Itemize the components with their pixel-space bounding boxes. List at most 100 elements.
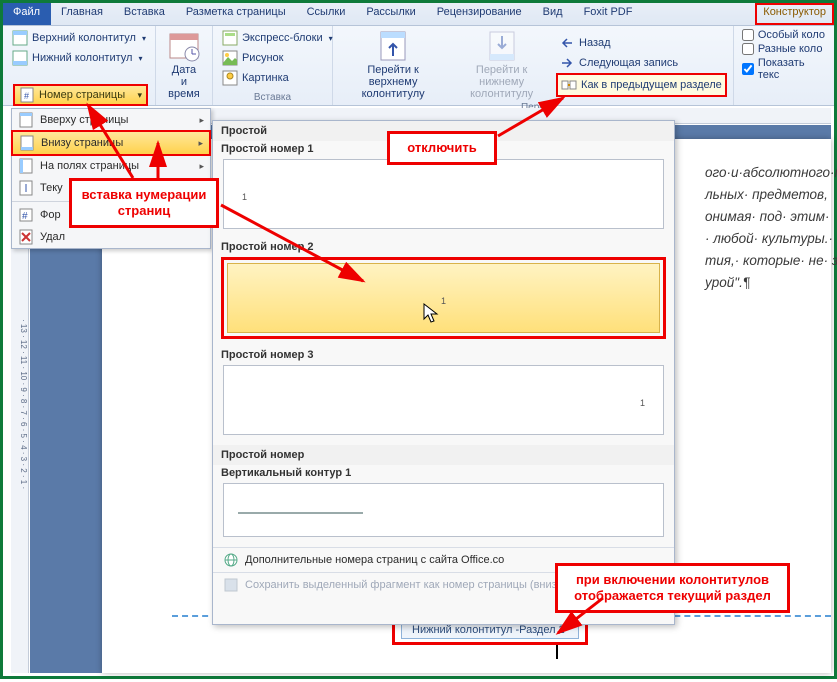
clipart-label: Картинка	[242, 72, 289, 84]
gallery-preview-4[interactable]	[223, 483, 664, 537]
picture-button[interactable]: Рисунок	[219, 48, 326, 68]
gallery-heading: Простой номер	[213, 445, 674, 465]
menu-top-of-page[interactable]: Вверху страницы▸	[12, 109, 210, 131]
gallery-preview-3[interactable]: 1	[223, 365, 664, 435]
goto-header-label: Перейти к верхнему колонтитулу	[345, 64, 441, 100]
quickparts-icon	[222, 30, 238, 46]
body-line: льных· предметов,	[705, 184, 837, 206]
preview-number: 1	[242, 192, 247, 202]
tab-insert[interactable]: Вставка	[114, 3, 176, 25]
next-icon	[559, 55, 575, 71]
globe-icon	[223, 552, 239, 568]
opt-showtext-label: Показать текс	[758, 57, 826, 81]
opt-diff-oddeven[interactable]: Разные коло	[740, 42, 828, 56]
gallery-preview-2[interactable]: 1	[227, 263, 660, 333]
nav-next-button[interactable]: Следующая запись	[556, 53, 727, 73]
preview-bar	[238, 512, 363, 514]
gallery-item-label: Вертикальный контур 1	[213, 465, 674, 481]
nav-back-label: Назад	[579, 37, 611, 49]
tab-review[interactable]: Рецензирование	[427, 3, 533, 25]
goto-header-button[interactable]: Перейти к верхнему колонтитулу	[339, 28, 447, 102]
datetime-button[interactable]: Дата и время	[162, 28, 206, 102]
preview-number: 1	[640, 398, 645, 408]
tab-mail[interactable]: Рассылки	[356, 3, 426, 25]
tab-refs[interactable]: Ссылки	[297, 3, 357, 25]
tab-layout[interactable]: Разметка страницы	[176, 3, 297, 25]
picture-label: Рисунок	[242, 52, 284, 64]
preview-number: 1	[441, 296, 446, 306]
nav-next-label: Следующая запись	[579, 57, 678, 69]
gallery-link-label: Дополнительные номера страниц с сайта Of…	[245, 554, 504, 566]
tab-foxit[interactable]: Foxit PDF	[574, 3, 644, 25]
chevron-right-icon: ▸	[198, 138, 203, 149]
goto-footer-icon	[486, 30, 518, 62]
page-top-icon	[18, 112, 34, 128]
goto-header-icon	[377, 30, 409, 62]
annotation-callout-1: вставка нумерации страниц	[69, 178, 219, 228]
menu-label: Вверху страницы	[40, 114, 128, 126]
tab-view[interactable]: Вид	[533, 3, 574, 25]
body-line: тия,· которые· не· зо	[705, 250, 837, 272]
checkbox-icon[interactable]	[742, 29, 754, 41]
insert-group-label: Вставка	[219, 92, 326, 103]
page-number-button[interactable]: # Номер страницы ▾	[13, 84, 148, 106]
opt-special-label: Особый коло	[758, 29, 825, 41]
svg-text:#: #	[22, 211, 28, 222]
menu-page-margins[interactable]: На полях страницы ▸	[12, 155, 210, 177]
pagenum-icon: #	[19, 87, 35, 103]
back-icon	[559, 35, 575, 51]
tab-file[interactable]: Файл	[3, 3, 51, 25]
format-icon: #	[18, 207, 34, 223]
body-line: ого·и·абсолютного·м	[705, 162, 837, 184]
header-button[interactable]: Верхний колонтитул▾	[9, 28, 149, 48]
gallery-item-label: Простой номер 3	[213, 347, 674, 363]
body-line: · любой· культуры.·	[705, 228, 837, 250]
menu-label: Внизу страницы	[41, 137, 123, 149]
checkbox-icon[interactable]	[742, 43, 754, 55]
quickparts-button[interactable]: Экспресс-блоки▾	[219, 28, 326, 48]
nav-back-button[interactable]: Назад	[556, 33, 727, 53]
body-line: урой".¶	[705, 275, 750, 290]
opt-show-doctext[interactable]: Показать текс	[740, 56, 828, 82]
clipart-button[interactable]: Картинка	[219, 68, 326, 88]
save-icon	[223, 577, 239, 593]
clipart-icon	[222, 70, 238, 86]
chevron-right-icon: ▸	[199, 161, 204, 172]
datetime-label: Дата и время	[168, 64, 200, 100]
footer-icon	[12, 50, 28, 66]
footer-label: Нижний колонтитул	[32, 52, 132, 64]
footer-button[interactable]: Нижний колонтитул▾	[9, 48, 149, 68]
picture-icon	[222, 50, 238, 66]
checkbox-icon[interactable]	[742, 63, 754, 75]
page-margin-icon	[18, 158, 34, 174]
tab-home[interactable]: Главная	[51, 3, 114, 25]
ribbon-tabs: Файл Главная Вставка Разметка страницы С…	[3, 3, 834, 26]
page-bottom-icon	[19, 135, 35, 151]
page-number-label: Номер страницы	[39, 89, 125, 101]
gallery-preview-1[interactable]: 1	[223, 159, 664, 229]
opt-special-first[interactable]: Особый коло	[740, 28, 828, 42]
annotation-callout-2: отключить	[387, 131, 497, 165]
gallery-item-label: Простой номер 2	[213, 239, 674, 255]
annotation-box: 1	[221, 257, 666, 339]
body-text: ого·и·абсолютного·м льных· предметов, он…	[705, 162, 837, 294]
text-caret-icon	[556, 645, 564, 659]
menu-label: На полях страницы	[40, 160, 139, 172]
link-previous-label: Как в предыдущем разделе	[581, 79, 722, 91]
menu-bottom-of-page[interactable]: Внизу страницы ▸	[11, 130, 211, 156]
link-previous-button[interactable]: Как в предыдущем разделе	[556, 73, 727, 97]
menu-remove-pagenum[interactable]: Удал	[12, 226, 210, 248]
goto-footer-button: Перейти к нижнему колонтитулу	[449, 28, 554, 102]
tab-design[interactable]: Конструктор	[755, 3, 834, 25]
svg-text:#: #	[24, 91, 29, 101]
menu-label: Удал	[40, 231, 65, 243]
chevron-down-icon: ▾	[137, 90, 142, 101]
header-icon	[12, 30, 28, 46]
calendar-icon	[168, 30, 200, 62]
annotation-callout-3: при включении колонтитулов отображается …	[555, 563, 790, 613]
delete-icon	[18, 229, 34, 245]
quickparts-label: Экспресс-блоки	[242, 32, 323, 44]
menu-label: Теку	[40, 182, 63, 194]
menu-label: Фор	[40, 209, 61, 221]
header-label: Верхний колонтитул	[32, 32, 136, 44]
